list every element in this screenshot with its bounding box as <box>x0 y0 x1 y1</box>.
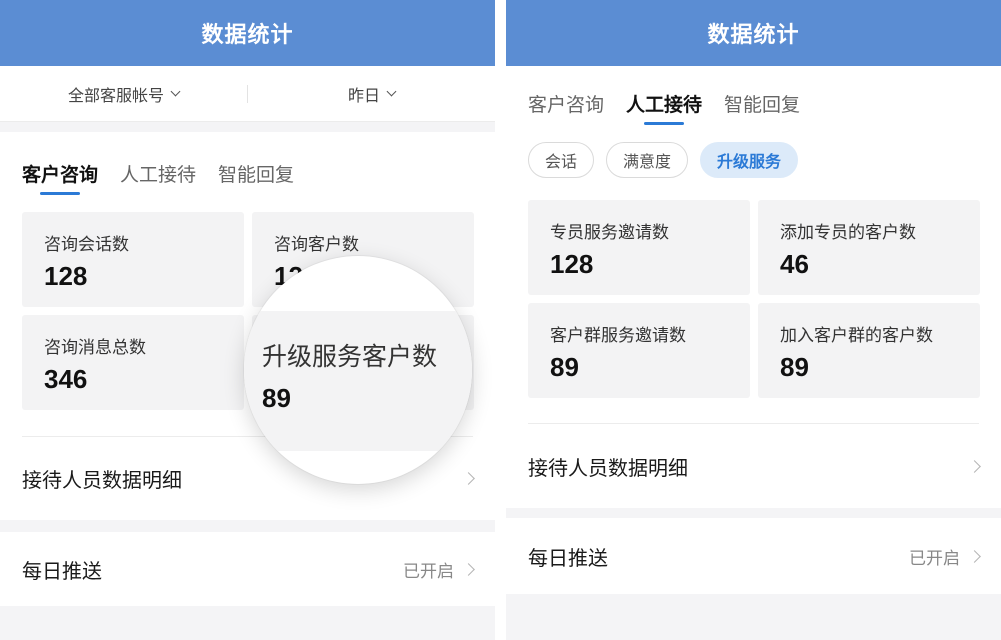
stat-label: 加入客户群的客户数 <box>780 326 933 346</box>
tab-manual-reception[interactable]: 人工接待 <box>120 160 196 195</box>
stat-value: 346 <box>44 364 88 394</box>
stat-label: 专员服务邀请数 <box>550 223 669 243</box>
chevron-right-icon <box>968 459 981 473</box>
staff-detail-row[interactable]: 接待人员数据明细 <box>506 424 1001 508</box>
stat-label: 咨询客户数 <box>274 235 359 255</box>
push-card: 每日推送 已开启 <box>0 532 495 606</box>
sub-filter-pills: 会话 满意度 升级服务 <box>528 142 799 178</box>
chevron-down-icon <box>386 86 397 97</box>
page-title: 数据统计 <box>707 23 800 48</box>
stat-label: 咨询会话数 <box>44 235 129 255</box>
magnified-stat-value: 89 <box>262 383 291 413</box>
stats-grid: 专员服务邀请数 128 添加专员的客户数 46 客户群服务邀请数 89 加入客户… <box>528 200 980 398</box>
stat-tile: 专员服务邀请数 128 <box>528 200 750 295</box>
chevron-right-icon <box>968 549 981 563</box>
stat-tile: 加入客户群的客户数 89 <box>758 303 980 398</box>
page-title: 数据统计 <box>201 23 294 48</box>
chevron-down-icon <box>170 86 181 97</box>
pill-satisfaction[interactable]: 满意度 <box>606 142 689 178</box>
chevron-right-icon <box>462 562 475 576</box>
magnified-stat-tile: 升级服务客户数 89 <box>244 311 472 451</box>
daily-push-row[interactable]: 每日推送 已开启 <box>506 518 1001 594</box>
account-filter-label: 全部客服帐号 <box>67 85 164 105</box>
tab-smart-reply[interactable]: 智能回复 <box>218 160 294 195</box>
tab-customer-consult[interactable]: 客户咨询 <box>528 90 604 125</box>
daily-push-status: 已开启 <box>909 548 960 569</box>
stat-value: 46 <box>780 249 809 279</box>
tab-manual-reception[interactable]: 人工接待 <box>626 90 702 125</box>
stat-tile: 咨询消息总数 346 <box>22 315 244 410</box>
right-phone-screen: 数据统计 客户咨询 人工接待 智能回复 会话 满意度 升级服务 专员服务邀请数 … <box>506 0 1001 640</box>
magnifier-callout: 升级服务客户数 89 <box>244 256 472 484</box>
daily-push-row[interactable]: 每日推送 已开启 <box>0 532 495 606</box>
stat-tile: 客户群服务邀请数 89 <box>528 303 750 398</box>
date-filter-dropdown[interactable]: 昨日 <box>248 82 495 106</box>
stat-label: 咨询消息总数 <box>44 338 146 358</box>
pill-session[interactable]: 会话 <box>528 142 595 178</box>
daily-push-right: 已开启 <box>909 544 981 569</box>
stat-label: 添加专员的客户数 <box>780 223 916 243</box>
stat-value: 89 <box>780 352 809 382</box>
header-bar: 数据统计 <box>506 0 1001 66</box>
category-tabs: 客户咨询 人工接待 智能回复 <box>22 160 294 195</box>
pill-upgrade-service[interactable]: 升级服务 <box>700 142 799 178</box>
stat-tile: 添加专员的客户数 46 <box>758 200 980 295</box>
header-bar: 数据统计 <box>0 0 495 66</box>
account-filter-dropdown[interactable]: 全部客服帐号 <box>0 82 247 106</box>
daily-push-right: 已开启 <box>403 557 475 582</box>
stat-value: 89 <box>550 352 579 382</box>
stat-tile: 咨询会话数 128 <box>22 212 244 307</box>
daily-push-label: 每日推送 <box>528 545 608 570</box>
date-filter-label: 昨日 <box>347 85 380 105</box>
left-phone-screen: 数据统计 全部客服帐号 昨日 客户咨询 人工接待 智能回复 咨询会话数 128 … <box>0 0 495 640</box>
push-card: 每日推送 已开启 <box>506 518 1001 594</box>
daily-push-status: 已开启 <box>403 561 454 582</box>
tab-customer-consult[interactable]: 客户咨询 <box>22 160 98 195</box>
stat-label: 客户群服务邀请数 <box>550 326 686 346</box>
daily-push-label: 每日推送 <box>22 558 102 583</box>
chevron-right-icon <box>462 472 475 485</box>
filter-bar: 全部客服帐号 昨日 <box>0 66 495 122</box>
magnified-stat-label: 升级服务客户数 <box>262 342 438 371</box>
stats-card: 客户咨询 人工接待 智能回复 会话 满意度 升级服务 专员服务邀请数 128 添… <box>506 66 1001 508</box>
category-tabs: 客户咨询 人工接待 智能回复 <box>528 90 800 125</box>
stat-value: 128 <box>44 261 88 291</box>
stat-value: 128 <box>550 249 594 279</box>
staff-detail-label: 接待人员数据明细 <box>528 455 688 480</box>
tab-smart-reply[interactable]: 智能回复 <box>724 90 800 125</box>
staff-detail-label: 接待人员数据明细 <box>22 468 182 492</box>
